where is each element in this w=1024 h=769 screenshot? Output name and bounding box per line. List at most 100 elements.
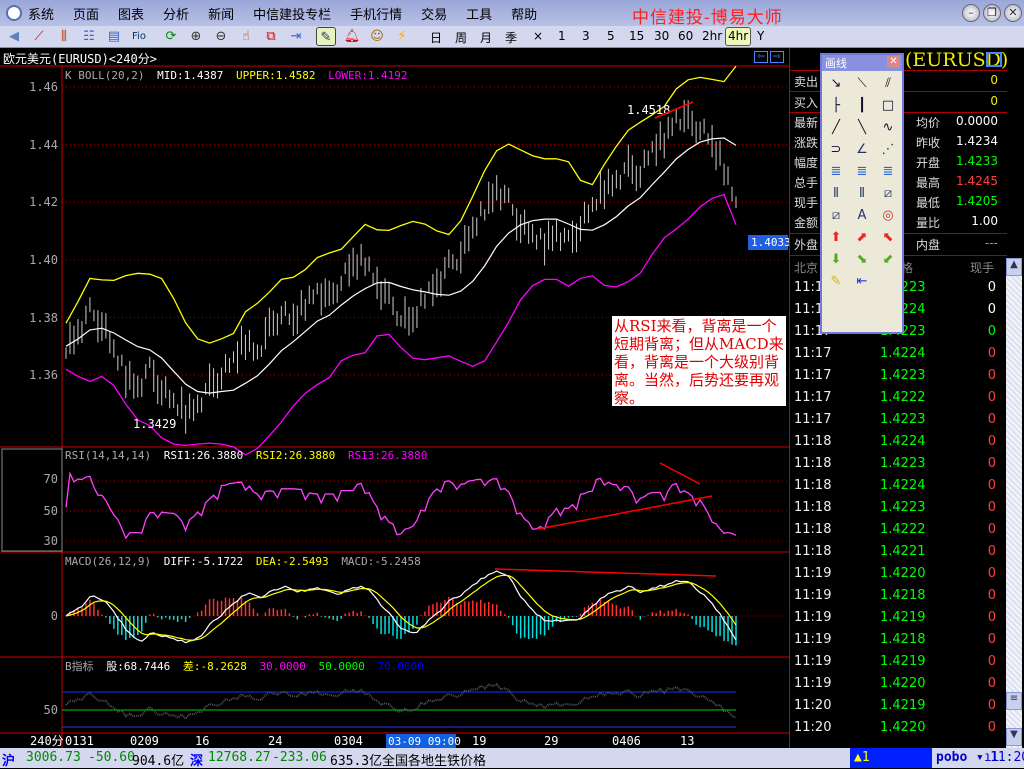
x-tick: 0209 [130,734,159,748]
low-price-label: 1.3429 [133,417,176,431]
app-logo-icon[interactable] [6,5,22,21]
draw-tool-icon[interactable]: ⋰ [875,139,901,161]
menu-analysis[interactable]: 分析 [163,4,189,23]
refresh-icon[interactable]: ⟳ [161,27,181,46]
period-5min[interactable]: 5 [607,29,615,43]
period-multiple[interactable]: × [533,29,543,43]
pointer-icon[interactable]: ☝ [236,27,256,46]
menu-column[interactable]: 中信建投专栏 [253,4,331,23]
draw-tool-icon[interactable]: ⧄ [823,205,849,227]
line-chart-icon[interactable]: ⟋ [29,27,49,46]
period-year[interactable]: Y [757,29,764,43]
draw-tool-icon[interactable]: ≣ [849,161,875,183]
x-tick: 0304 [334,734,363,748]
period-label: 240分 [30,734,64,748]
period-4hr[interactable]: 4hr [725,27,752,46]
draw-tool-icon[interactable]: ⬊ [849,249,875,271]
back-icon[interactable]: ◀ [4,27,24,46]
draw-tool-icon[interactable]: ⦀ [849,183,875,205]
draw-tool-icon[interactable]: ◎ [875,205,901,227]
zoom-out-icon[interactable]: ⊖ [211,27,231,46]
draw-tool-icon[interactable]: ∠ [849,139,875,161]
period-quarter[interactable]: 季 [505,29,517,46]
draw-tool-icon[interactable]: ╱ [823,117,849,139]
menu-tools[interactable]: 工具 [466,4,492,23]
f10-icon[interactable]: Fio [129,27,149,46]
draw-tool-icon[interactable]: ≣ [823,161,849,183]
quote-icon[interactable]: ▤ [104,27,124,46]
draw-tool-icon[interactable]: ⇤ [849,271,875,293]
alarm-icon[interactable]: 🔔︎ [342,27,362,46]
draw-tool-icon[interactable]: ⬋ [875,249,901,271]
candle-chart-icon[interactable]: ⫼ [54,27,74,46]
macd-value: MACD:-5.2458 [341,555,420,568]
tick-volume: 0 [987,522,996,537]
period-day[interactable]: 日 [430,29,442,46]
scroll-thumb[interactable]: ≡ [1006,692,1022,710]
draw-tool-icon[interactable]: ⦀ [823,183,849,205]
draw-tool-icon[interactable]: ∿ [875,117,901,139]
minimize-button[interactable]: – [962,4,980,22]
period-60min[interactable]: 60 [678,29,693,43]
period-week[interactable]: 周 [455,29,467,46]
close-icon[interactable]: ✕ [887,56,900,68]
macd-name: MACD(26,12,9) [65,555,151,568]
rsi-name: RSI(14,14,14) [65,449,151,462]
period-2hr[interactable]: 2hr [702,29,722,43]
menu-chart[interactable]: 图表 [118,4,144,23]
menu-mobile[interactable]: 手机行情 [350,4,402,23]
news-ticker[interactable]: 全国各地生铁价格 [382,750,486,769]
draw-tool-icon[interactable]: A [849,205,875,227]
zoom-in-icon[interactable]: ⊕ [186,27,206,46]
menu-system[interactable]: 系统 [28,4,54,23]
period-15min[interactable]: 15 [629,29,644,43]
alert-indicator[interactable]: ▲1 [850,748,932,768]
lightning-icon[interactable]: ⚡︎ [392,27,412,46]
close-button[interactable]: ✕ [1004,4,1022,22]
maximize-panel-icon[interactable] [986,52,1002,67]
draw-tool-icon[interactable]: ⬉ [875,227,901,249]
draw-tool-icon[interactable]: ╲ [849,117,875,139]
tick-row: 11:20 1.4220 0 [794,720,1004,740]
tick-row: 11:19 1.4218 0 [794,588,1004,608]
draw-tool-icon[interactable]: ⬈ [849,227,875,249]
draw-tool-icon[interactable]: ⟍ [849,73,875,95]
menu-page[interactable]: 页面 [73,4,99,23]
rsi-tick: 70 [44,472,58,486]
draw-tool-icon[interactable]: ↘ [823,73,849,95]
annotation-note[interactable]: 从RSI来看，背离是一个短期背离；但从MACD来看，背离是一个大级别背离。当然，… [612,316,786,407]
restore-button[interactable]: ❐ [983,4,1001,22]
sz-label: 深 [190,754,204,769]
draw-tool-icon[interactable]: ⊃ [823,139,849,161]
export-icon[interactable]: ⇥ [286,27,306,46]
draw-tool-icon[interactable]: □ [875,95,901,117]
period-30min[interactable]: 30 [654,29,669,43]
draw-tool-icon[interactable]: ┃ [849,95,875,117]
draw-tool-icon[interactable]: ⧄ [875,183,901,205]
quote-value: 1.4234 [956,134,998,148]
menu-news[interactable]: 新闻 [208,4,234,23]
users-icon[interactable]: ☺ [367,27,387,46]
draw-tool-icon[interactable]: ⫽ [875,73,901,95]
draw-tool-icon[interactable]: ├ [823,95,849,117]
menu-help[interactable]: 帮助 [511,4,537,23]
tick-volume: 0 [987,302,996,317]
draw-tool-icon[interactable]: ⬇ [823,249,849,271]
window-icon[interactable]: ⧉ [261,27,281,46]
list-icon[interactable]: ☷ [79,27,99,46]
draw-tool-icon[interactable]: ≣ [875,161,901,183]
trendline-macd-high[interactable] [494,568,717,577]
period-3min[interactable]: 3 [582,29,590,43]
draw-tool-icon[interactable]: ⬆ [823,227,849,249]
trendline-rsi-support[interactable] [537,495,713,530]
scroll-down-button[interactable]: ▼ [1006,728,1022,746]
tick-list-scrollbar[interactable]: ▲ ≡ ▼ [1006,258,1022,748]
tick-volume: 0 [987,566,996,581]
menu-trade[interactable]: 交易 [421,4,447,23]
draw-tool-icon[interactable]: ✎ [823,271,849,293]
drawing-toolbox-header[interactable]: 画线 ✕ [822,55,902,71]
period-month[interactable]: 月 [480,29,492,46]
period-1min[interactable]: 1 [558,29,566,43]
scroll-up-button[interactable]: ▲ [1006,258,1022,276]
draw-line-icon[interactable]: ✎ [316,27,336,46]
